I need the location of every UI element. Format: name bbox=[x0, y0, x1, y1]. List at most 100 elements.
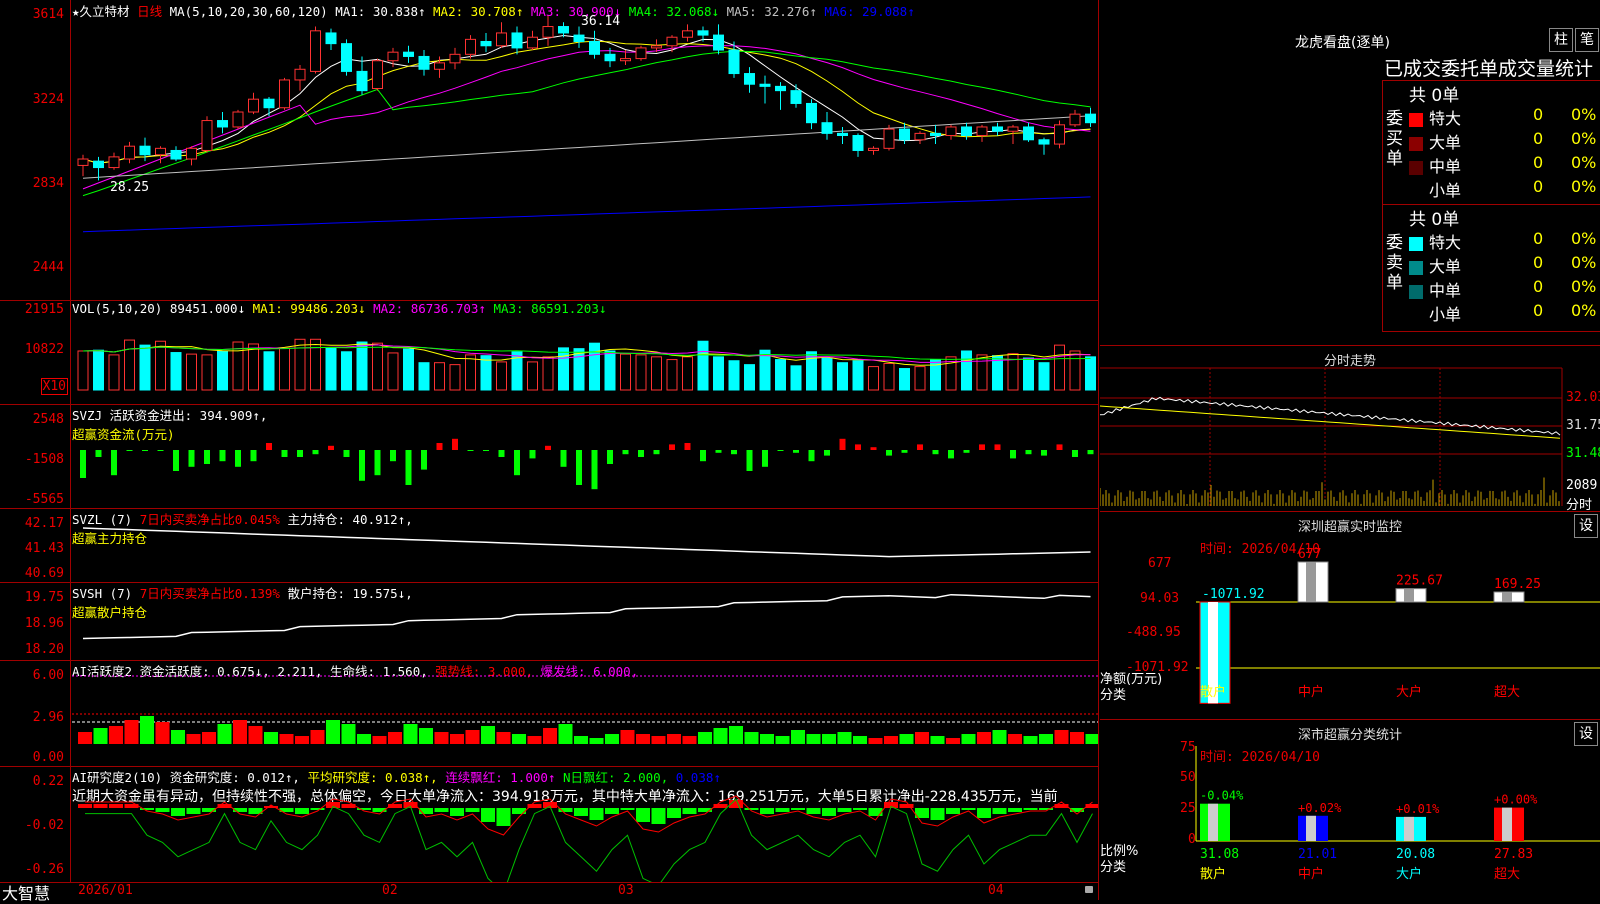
ai-active-pane[interactable]: 6.00 2.96 0.00 AI活跃度2 资金活跃度: 0.675↓, 2.2… bbox=[0, 660, 1098, 767]
price-pane[interactable]: 3614 3224 2834 2444 ★久立特材 日线 MA(5,10,20,… bbox=[0, 0, 1098, 301]
ai-active-bar bbox=[403, 724, 418, 744]
pen-mode-button[interactable]: 笔 bbox=[1575, 28, 1599, 52]
intraday-chart[interactable] bbox=[1100, 346, 1600, 512]
ai-active-bar bbox=[78, 732, 92, 744]
ai-research-bar bbox=[589, 808, 604, 820]
candle-body bbox=[1054, 124, 1065, 145]
svzl-line[interactable] bbox=[0, 508, 1098, 582]
candle-body bbox=[1038, 139, 1050, 145]
volume-bar bbox=[868, 366, 879, 391]
ai-research-bar bbox=[465, 808, 480, 812]
volume-pane[interactable]: 21915 10822 X10 VOL(5,10,20) 89451.000↓ … bbox=[0, 300, 1098, 405]
classify-bar-highlight bbox=[1208, 803, 1218, 841]
monitor-category: 大户 bbox=[1396, 684, 1422, 700]
buy-total: 共 0单 bbox=[1409, 86, 1460, 106]
monitor-bar-highlight bbox=[1404, 588, 1414, 602]
candle-body bbox=[155, 147, 166, 156]
ai-research-pane[interactable]: 0.22 -0.02 -0.26 AI研究度2(10) 资金研究度: 0.012… bbox=[0, 766, 1098, 882]
ai-active-bar bbox=[248, 726, 263, 744]
color-swatch bbox=[1409, 260, 1423, 275]
main-chart-area[interactable]: 3614 3224 2834 2444 ★久立特材 日线 MA(5,10,20,… bbox=[0, 0, 1099, 903]
svzj-bar bbox=[948, 450, 954, 459]
ai-active-bar bbox=[264, 732, 278, 744]
ai-active-bar bbox=[465, 730, 480, 744]
svzj-bar bbox=[219, 450, 226, 462]
intraday-vol-tick: 2089 bbox=[1566, 478, 1598, 493]
lock-icon[interactable] bbox=[1085, 886, 1093, 893]
svzj-pane[interactable]: 2548 -1508 -5565 SVZJ 活跃资金进出: 394.909↑, … bbox=[0, 404, 1098, 509]
sell-row-count: 0 bbox=[1533, 253, 1544, 272]
candle-body bbox=[449, 53, 461, 64]
buy-row-count: 0 bbox=[1533, 153, 1544, 172]
svzj-bar bbox=[870, 447, 877, 450]
ai-active-bar bbox=[946, 738, 960, 744]
volume-bar bbox=[186, 353, 197, 391]
ai-research-bar bbox=[791, 808, 805, 810]
svzl-pane[interactable]: 42.17 41.43 40.69 SVZL (7) 7日内买卖净占比0.045… bbox=[0, 508, 1098, 583]
svzj-bar bbox=[80, 450, 86, 478]
candle-body bbox=[511, 32, 523, 49]
candle-body bbox=[635, 47, 647, 60]
buy-row-count: 0 bbox=[1533, 177, 1544, 196]
volume-bar bbox=[1038, 362, 1050, 391]
date-tick: 02 bbox=[382, 883, 398, 898]
monitor-tick: 677 bbox=[1148, 556, 1172, 571]
volume-bar bbox=[961, 350, 972, 391]
volume-bar bbox=[837, 362, 848, 391]
monitor-bar-value: -1071.92 bbox=[1202, 587, 1265, 602]
classify-change: +0.02% bbox=[1298, 801, 1342, 815]
candlestick-chart[interactable] bbox=[0, 0, 1098, 300]
candle-body bbox=[139, 145, 151, 156]
ai-research-bars[interactable] bbox=[0, 766, 1098, 882]
ai-research-bar bbox=[481, 808, 495, 822]
ai-research-bar bbox=[155, 808, 170, 812]
volume-bar bbox=[170, 352, 182, 391]
svzj-bar bbox=[297, 450, 303, 457]
bar-mode-button[interactable]: 柱 bbox=[1549, 28, 1573, 52]
color-swatch bbox=[1409, 236, 1423, 251]
volume-bars[interactable] bbox=[0, 300, 1098, 404]
volume-bar bbox=[108, 354, 120, 391]
svsh-line bbox=[82, 593, 1091, 640]
ai-active-bar bbox=[93, 728, 108, 744]
volume-bar bbox=[217, 350, 228, 391]
svsh-line[interactable] bbox=[0, 582, 1098, 660]
svzj-bar bbox=[700, 450, 706, 462]
ai-active-bar bbox=[558, 724, 573, 744]
candle-body bbox=[1069, 113, 1081, 126]
ai-active-bar bbox=[806, 734, 821, 744]
svzj-bar bbox=[421, 450, 427, 470]
ai-research-bar bbox=[868, 808, 883, 816]
intraday-panel[interactable]: 分时走势 32.03 31.75 31.48 2089 分时 bbox=[1100, 345, 1600, 513]
sell-row-pct: 0% bbox=[1571, 229, 1597, 248]
ai-research-bar bbox=[78, 804, 92, 808]
intraday-tick: 31.48 bbox=[1566, 446, 1600, 461]
svsh-pane[interactable]: 19.75 18.96 18.20 SVSH (7) 7日内买卖净占比0.139… bbox=[0, 582, 1098, 661]
volume-bar bbox=[744, 364, 755, 391]
classify-ratio: 21.01 bbox=[1298, 847, 1337, 862]
svzj-bar bbox=[684, 443, 691, 450]
volume-bar bbox=[713, 356, 724, 391]
ai-active-bar bbox=[1070, 732, 1084, 744]
ai-research-bar bbox=[171, 808, 185, 816]
candle-body bbox=[434, 62, 445, 70]
volume-bar bbox=[279, 347, 290, 391]
svzj-bar bbox=[204, 450, 210, 464]
ai-active-bars[interactable] bbox=[0, 660, 1098, 766]
candle-body bbox=[697, 30, 709, 36]
ai-active-bar bbox=[357, 734, 371, 744]
candle-body bbox=[248, 98, 259, 113]
sell-row-name: 中单 bbox=[1429, 281, 1462, 300]
volume-bar bbox=[883, 362, 895, 391]
candle-body bbox=[713, 34, 724, 51]
ai-active-bar bbox=[698, 732, 712, 744]
candle-body bbox=[744, 73, 755, 85]
color-swatch bbox=[1409, 112, 1423, 127]
svzj-bar bbox=[142, 450, 148, 451]
svzj-bar bbox=[1072, 450, 1078, 457]
svzj-bar bbox=[762, 450, 768, 467]
svzj-bars[interactable] bbox=[0, 404, 1098, 508]
svzj-bar bbox=[111, 450, 117, 476]
buy-row-count: 0 bbox=[1533, 129, 1544, 148]
intraday-price-line bbox=[1100, 396, 1561, 436]
